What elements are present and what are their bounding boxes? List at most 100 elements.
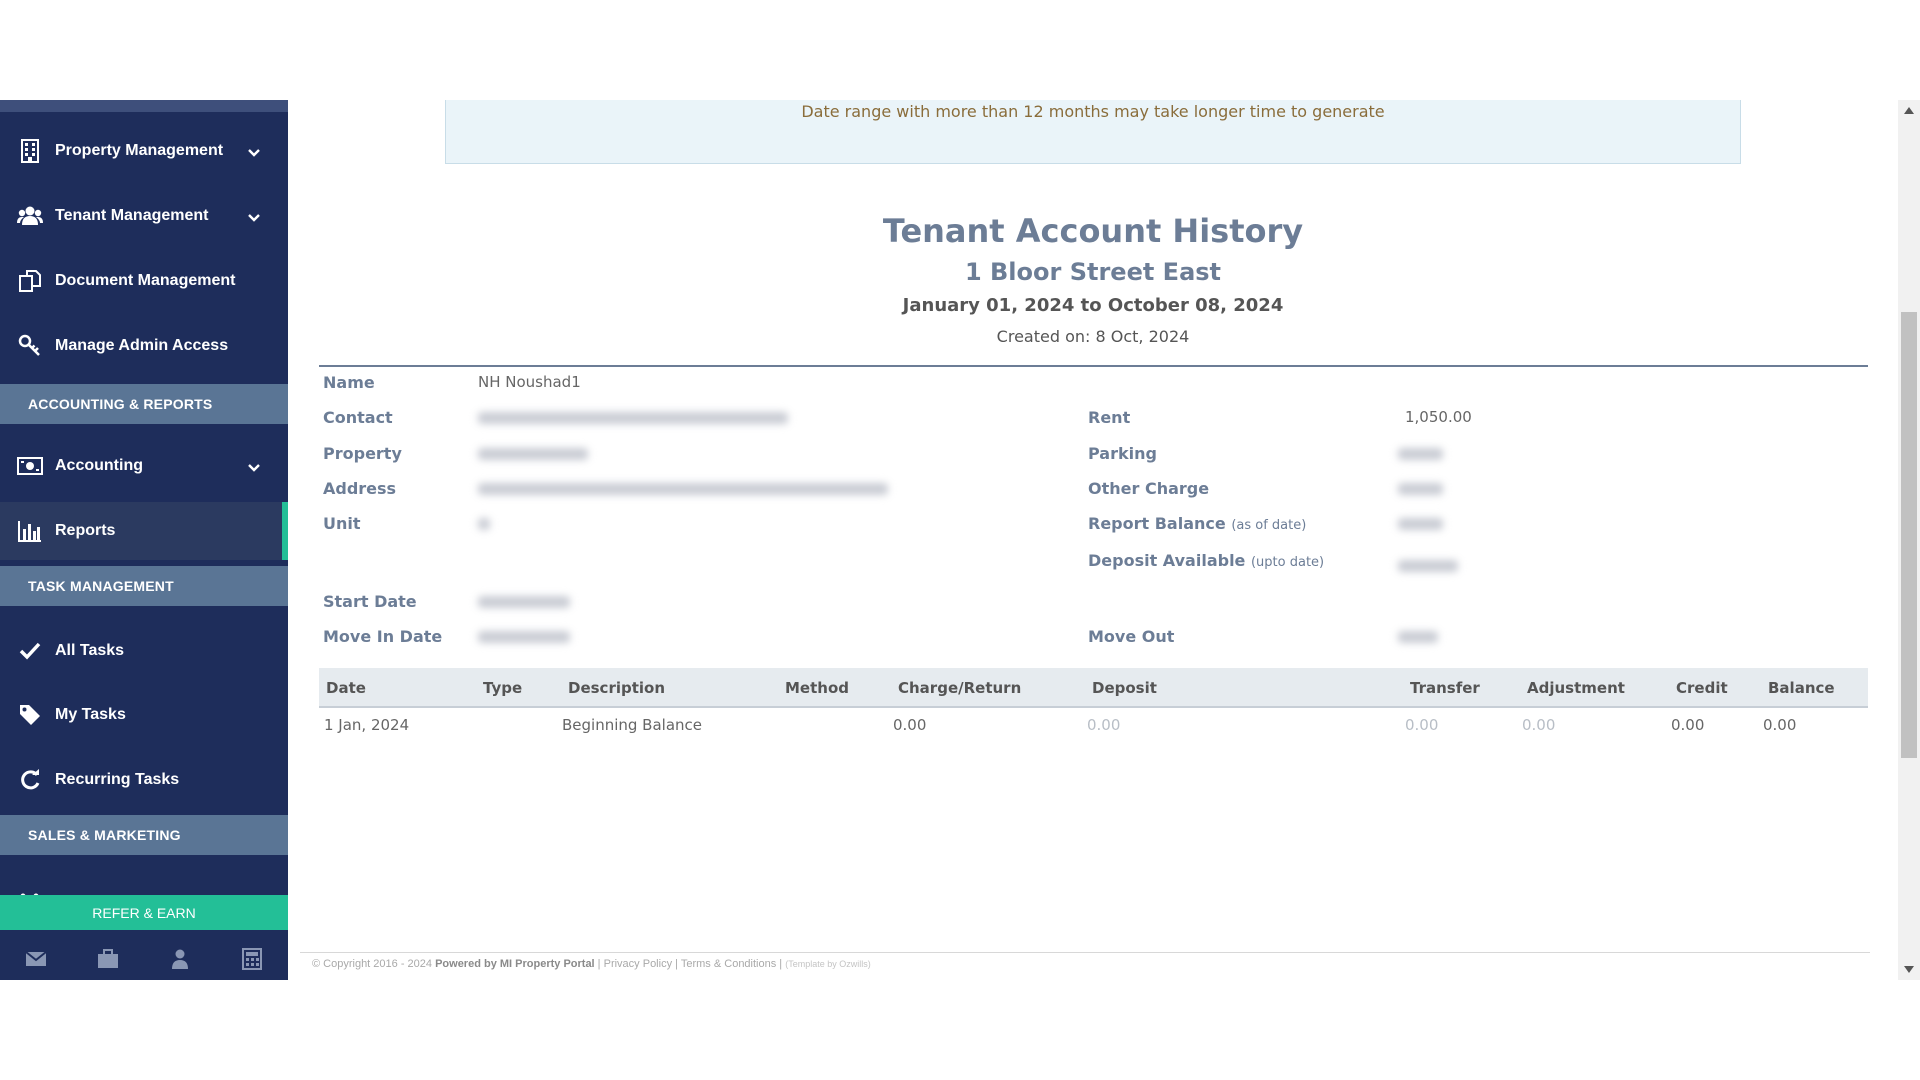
col-credit[interactable]: Credit bbox=[1676, 679, 1728, 697]
app-viewport: Property Management Tenant Management Do… bbox=[0, 100, 1920, 980]
chevron-down-icon bbox=[248, 209, 260, 227]
col-method[interactable]: Method bbox=[785, 679, 849, 697]
report-balance-text: Report Balance bbox=[1088, 514, 1226, 533]
report-created-on: Created on: 8 Oct, 2024 bbox=[288, 327, 1898, 346]
sidebar-item-my-tasks[interactable]: My Tasks bbox=[0, 686, 288, 744]
sidebar-item-label: Property Management bbox=[55, 142, 223, 160]
sidebar-item-all-tasks[interactable]: All Tasks bbox=[0, 622, 288, 680]
report-balance-note: (as of date) bbox=[1231, 518, 1306, 533]
report-date-range: January 01, 2024 to October 08, 2024 bbox=[288, 295, 1898, 316]
address-value-redacted bbox=[478, 483, 888, 495]
sidebar-section-accounting-reports: ACCOUNTING & REPORTS bbox=[0, 384, 288, 424]
user-icon[interactable] bbox=[160, 949, 200, 969]
parking-value-redacted bbox=[1398, 448, 1443, 460]
calculator-icon[interactable] bbox=[232, 948, 272, 970]
name-value: NH Noushad1 bbox=[478, 373, 581, 391]
cell-credit: 0.00 bbox=[1671, 716, 1704, 734]
col-charge-return[interactable]: Charge/Return bbox=[898, 679, 1021, 697]
col-balance[interactable]: Balance bbox=[1768, 679, 1835, 697]
move-in-date-value-redacted bbox=[478, 631, 570, 643]
chevron-down-icon bbox=[248, 459, 260, 477]
transactions-table-header: Date Type Description Method Charge/Retu… bbox=[319, 668, 1868, 708]
col-date[interactable]: Date bbox=[326, 679, 366, 697]
cell-date: 1 Jan, 2024 bbox=[324, 716, 409, 734]
sidebar-bottom-toolbar bbox=[0, 938, 288, 980]
report-title: Tenant Account History bbox=[288, 212, 1898, 250]
parking-label: Parking bbox=[1088, 444, 1157, 463]
rent-value: 1,050.00 bbox=[1405, 408, 1472, 426]
bar-chart-icon bbox=[17, 518, 43, 544]
name-label: Name bbox=[323, 373, 375, 392]
unit-value-redacted bbox=[478, 518, 490, 530]
deposit-available-text: Deposit Available bbox=[1088, 551, 1245, 570]
page-scrollbar[interactable] bbox=[1898, 100, 1920, 980]
footer-copyright: © Copyright 2016 - 2024 bbox=[312, 958, 432, 970]
sidebar-item-label: Reports bbox=[55, 522, 115, 540]
report-property-title: 1 Bloor Street East bbox=[288, 258, 1898, 286]
start-date-label: Start Date bbox=[323, 592, 417, 611]
chevron-down-icon bbox=[248, 144, 260, 162]
sidebar-item-label: Manage Admin Access bbox=[55, 337, 228, 355]
scroll-down-arrow-icon[interactable] bbox=[1904, 966, 1914, 973]
contact-value-redacted bbox=[478, 412, 788, 424]
sidebar-item-label: Document Management bbox=[55, 272, 235, 290]
move-out-value-redacted bbox=[1398, 631, 1438, 643]
envelope-icon[interactable] bbox=[16, 951, 56, 967]
footer-privacy-link[interactable]: Privacy Policy bbox=[604, 958, 672, 970]
sidebar-item-label: Recurring Tasks bbox=[55, 771, 179, 789]
property-label: Property bbox=[323, 444, 402, 463]
col-transfer[interactable]: Transfer bbox=[1410, 679, 1480, 697]
cell-balance: 0.00 bbox=[1763, 716, 1796, 734]
refresh-icon bbox=[17, 767, 43, 793]
sidebar-section-sales-marketing: SALES & MARKETING bbox=[0, 815, 288, 855]
col-type[interactable]: Type bbox=[483, 679, 522, 697]
sidebar-item-document-management[interactable]: Document Management bbox=[0, 252, 288, 310]
sidebar-item-accounting[interactable]: Accounting bbox=[0, 437, 288, 495]
sidebar-item-manage-admin-access[interactable]: Manage Admin Access bbox=[0, 317, 288, 375]
check-icon bbox=[17, 638, 43, 664]
property-value-redacted bbox=[478, 448, 588, 460]
building-icon bbox=[17, 138, 43, 164]
footer-divider bbox=[300, 952, 1870, 953]
move-in-date-label: Move In Date bbox=[323, 627, 442, 646]
deposit-available-label: Deposit Available (upto date) bbox=[1088, 551, 1324, 570]
sidebar-item-recurring-tasks[interactable]: Recurring Tasks bbox=[0, 751, 288, 809]
cell-adjustment: 0.00 bbox=[1522, 716, 1555, 734]
cell-transfer: 0.00 bbox=[1405, 716, 1438, 734]
sidebar-item-label: Accounting bbox=[55, 457, 143, 475]
cell-charge: 0.00 bbox=[893, 716, 926, 734]
sidebar-item-property-management[interactable]: Property Management bbox=[0, 122, 288, 180]
footer: © Copyright 2016 - 2024 Powered by MI Pr… bbox=[312, 958, 871, 970]
tag-icon bbox=[17, 702, 43, 728]
main-content: Date range with more than 12 months may … bbox=[288, 100, 1898, 980]
unit-label: Unit bbox=[323, 514, 361, 533]
sidebar-section-task-management: TASK MANAGEMENT bbox=[0, 566, 288, 606]
rent-label: Rent bbox=[1088, 408, 1130, 427]
footer-powered-by[interactable]: Powered by MI Property Portal bbox=[435, 958, 595, 970]
briefcase-icon[interactable] bbox=[88, 949, 128, 969]
col-adjustment[interactable]: Adjustment bbox=[1527, 679, 1625, 697]
sidebar-item-label: My Tasks bbox=[55, 706, 126, 724]
date-range-alert: Date range with more than 12 months may … bbox=[445, 100, 1741, 164]
alert-text: Date range with more than 12 months may … bbox=[801, 102, 1384, 121]
col-deposit[interactable]: Deposit bbox=[1092, 679, 1157, 697]
other-charge-label: Other Charge bbox=[1088, 479, 1209, 498]
scrollbar-thumb[interactable] bbox=[1901, 312, 1917, 758]
report-balance-label: Report Balance (as of date) bbox=[1088, 514, 1306, 533]
scroll-up-arrow-icon[interactable] bbox=[1904, 107, 1914, 114]
sidebar-item-tenant-management[interactable]: Tenant Management bbox=[0, 187, 288, 245]
refer-earn-button[interactable]: REFER & EARN bbox=[0, 895, 288, 930]
deposit-available-note: (upto date) bbox=[1251, 555, 1324, 570]
documents-icon bbox=[17, 268, 43, 294]
cell-deposit: 0.00 bbox=[1087, 716, 1120, 734]
col-description[interactable]: Description bbox=[568, 679, 665, 697]
sidebar-item-label: All Tasks bbox=[55, 642, 124, 660]
contact-label: Contact bbox=[323, 408, 393, 427]
sidebar: Property Management Tenant Management Do… bbox=[0, 100, 288, 980]
report-balance-value-redacted bbox=[1398, 518, 1443, 530]
other-charge-value-redacted bbox=[1398, 483, 1443, 495]
footer-template-credit: (Template by Ozwills) bbox=[785, 959, 871, 969]
footer-terms-link[interactable]: Terms & Conditions bbox=[681, 958, 776, 970]
key-icon bbox=[17, 333, 43, 359]
sidebar-item-reports[interactable]: Reports bbox=[0, 502, 288, 560]
